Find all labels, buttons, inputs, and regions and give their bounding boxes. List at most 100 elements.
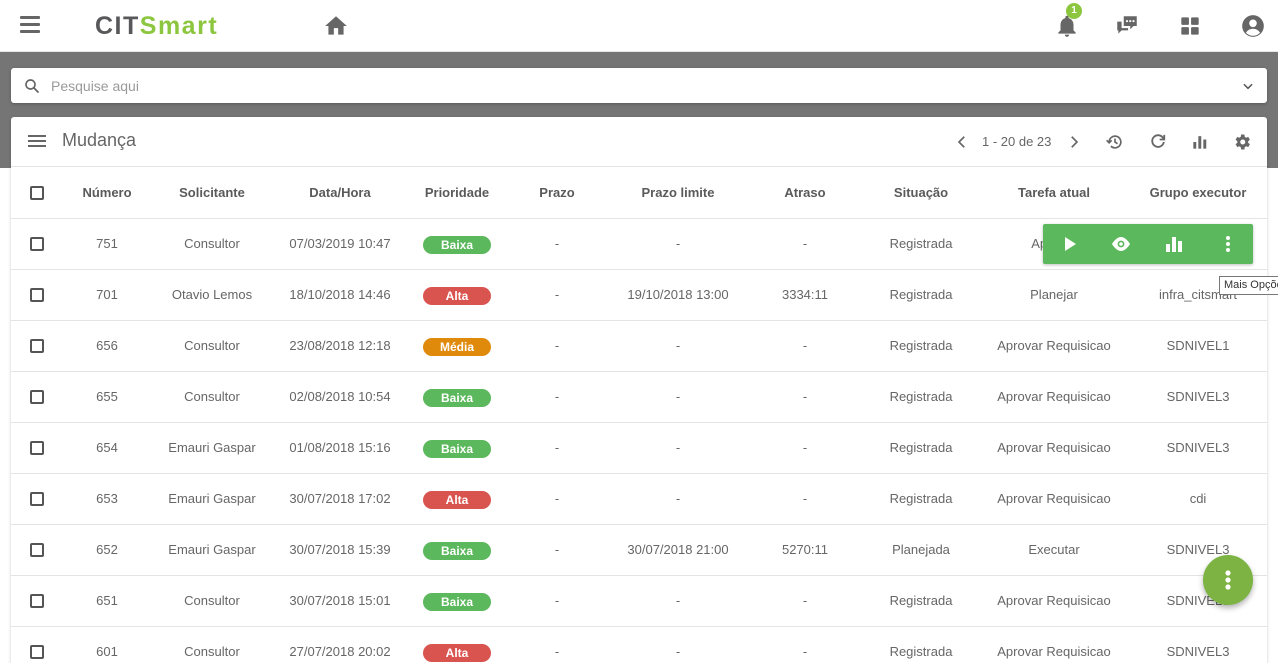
row-checkbox[interactable] (30, 543, 44, 557)
col-solicitante[interactable]: Solicitante (147, 168, 277, 218)
cell-atraso: - (802, 338, 808, 353)
gear-icon[interactable] (1232, 132, 1252, 152)
cell-prazo: - (554, 440, 560, 455)
row-action-bar (1043, 224, 1253, 264)
col-prazo[interactable]: Prazo (511, 168, 603, 218)
list-icon[interactable] (28, 135, 46, 149)
cell-situacao: Registrada (889, 287, 953, 302)
logo-text-smart: Smart (139, 12, 219, 40)
table-row[interactable]: 601 Consultor 27/07/2018 20:02 Alta - - - Regis… (11, 627, 1267, 663)
row-checkbox[interactable] (30, 492, 44, 506)
col-prazo-limite[interactable]: Prazo limite (603, 168, 753, 218)
chevron-down-icon[interactable] (1241, 79, 1255, 93)
cell-numero: 655 (96, 389, 118, 404)
row-checkbox[interactable] (30, 594, 44, 608)
logo[interactable]: CITSmart (95, 12, 218, 40)
col-atraso[interactable]: Atraso (753, 168, 857, 218)
cell-tarefa-atual: Aprovar Requisicao (997, 644, 1111, 659)
eye-icon[interactable] (1109, 232, 1133, 256)
row-checkbox[interactable] (30, 390, 44, 404)
select-all-checkbox[interactable] (30, 186, 44, 200)
card-header: Mudança 1 - 20 de 23 (11, 117, 1267, 167)
cell-prioridade: Média (403, 321, 511, 371)
cell-atraso: - (802, 389, 808, 404)
apps-grid-icon[interactable] (1177, 13, 1203, 39)
row-checkbox[interactable] (30, 645, 44, 659)
cell-atraso: - (802, 593, 808, 608)
cell-data-hora: 23/08/2018 12:18 (289, 338, 391, 353)
cell-situacao: Registrada (889, 440, 953, 455)
cell-tarefa-atual: Aprovar Requisicao (997, 389, 1111, 404)
table-row[interactable]: 655 Consultor 02/08/2018 10:54 Baixa - - - Regi… (11, 372, 1267, 423)
cell-solicitante: Consultor (184, 593, 240, 608)
table-row[interactable]: 656 Consultor 23/08/2018 12:18 Média - - - Regi… (11, 321, 1267, 372)
cell-situacao: Registrada (889, 644, 953, 659)
cell-numero: 651 (96, 593, 118, 608)
cell-prazo-limite: - (675, 491, 681, 506)
refresh-icon[interactable] (1148, 132, 1168, 152)
priority-badge: Alta (423, 286, 491, 305)
cell-prioridade: Alta (403, 474, 511, 524)
table-row[interactable]: 654 Emauri Gaspar 01/08/2018 15:16 Baixa - - -… (11, 423, 1267, 474)
cell-prazo: - (554, 542, 560, 557)
cell-numero: 701 (96, 287, 118, 302)
cell-solicitante: Emauri Gaspar (168, 542, 256, 557)
menu-icon[interactable] (20, 16, 40, 36)
home-icon[interactable] (323, 13, 349, 39)
cell-prazo-limite: 19/10/2018 13:00 (627, 287, 729, 302)
cell-prazo: - (554, 491, 560, 506)
cell-data-hora: 30/07/2018 15:39 (289, 542, 391, 557)
table-row[interactable]: 701 Otavio Lemos 18/10/2018 14:46 Alta - 19/1… (11, 270, 1267, 321)
row-checkbox[interactable] (30, 288, 44, 302)
table-row[interactable]: 653 Emauri Gaspar 30/07/2018 17:02 Alta - - - R… (11, 474, 1267, 525)
priority-badge: Baixa (423, 388, 491, 407)
row-checkbox[interactable] (30, 237, 44, 251)
cell-situacao: Registrada (889, 338, 953, 353)
col-tarefa-atual[interactable]: Tarefa atual (985, 168, 1123, 218)
cell-solicitante: Consultor (184, 236, 240, 251)
cell-data-hora: 07/03/2019 10:47 (289, 236, 391, 251)
cell-prazo-limite: - (675, 440, 681, 455)
cell-prioridade: Baixa (403, 219, 511, 269)
play-icon[interactable] (1057, 232, 1081, 256)
page-title: Mudança (62, 130, 137, 150)
cell-tarefa-atual: Aprovar Requisicao (997, 440, 1111, 455)
account-icon[interactable] (1240, 13, 1266, 39)
chevron-left-icon[interactable] (953, 133, 971, 151)
chevron-right-icon[interactable] (1065, 133, 1083, 151)
table-row[interactable]: 652 Emauri Gaspar 30/07/2018 15:39 Baixa - 30… (11, 525, 1267, 576)
floating-more-button[interactable] (1203, 555, 1253, 605)
col-prioridade[interactable]: Prioridade (403, 168, 511, 218)
col-data-hora[interactable]: Data/Hora (277, 168, 403, 218)
cell-numero: 652 (96, 542, 118, 557)
cell-data-hora: 27/07/2018 20:02 (289, 644, 391, 659)
change-list-card: Mudança 1 - 20 de 23 Número Solicitante … (11, 117, 1267, 663)
row-checkbox[interactable] (30, 441, 44, 455)
chat-icon[interactable] (1114, 13, 1140, 39)
cell-grupo-executor: SDNIVEL3 (1166, 389, 1230, 404)
cell-prazo: - (554, 236, 560, 251)
notification-badge: 1 (1066, 3, 1082, 19)
col-grupo-executor[interactable]: Grupo executor (1123, 168, 1273, 218)
priority-badge: Baixa (423, 592, 491, 611)
more-vertical-icon[interactable] (1216, 232, 1240, 256)
table-row[interactable]: 651 Consultor 30/07/2018 15:01 Baixa - - - Regi… (11, 576, 1267, 627)
cell-situacao: Planejada (892, 542, 950, 557)
cell-data-hora: 18/10/2018 14:46 (289, 287, 391, 302)
col-numero[interactable]: Número (67, 168, 147, 218)
row-checkbox[interactable] (30, 339, 44, 353)
cell-prazo: - (554, 644, 560, 659)
cell-grupo-executor: cdi (1189, 491, 1207, 506)
bar-chart-icon[interactable] (1162, 232, 1186, 256)
col-situacao[interactable]: Situação (857, 168, 985, 218)
priority-badge: Média (423, 337, 491, 356)
search-input[interactable] (51, 74, 1231, 97)
cell-data-hora: 30/07/2018 15:01 (289, 593, 391, 608)
cell-atraso: - (802, 440, 808, 455)
cell-prioridade: Baixa (403, 525, 511, 575)
cell-tarefa-atual: Planejar (1030, 287, 1078, 302)
cell-grupo-executor: SDNIVEL3 (1166, 644, 1230, 659)
cell-prazo-limite: - (675, 236, 681, 251)
history-icon[interactable] (1105, 132, 1125, 152)
bar-chart-icon[interactable] (1190, 132, 1210, 152)
